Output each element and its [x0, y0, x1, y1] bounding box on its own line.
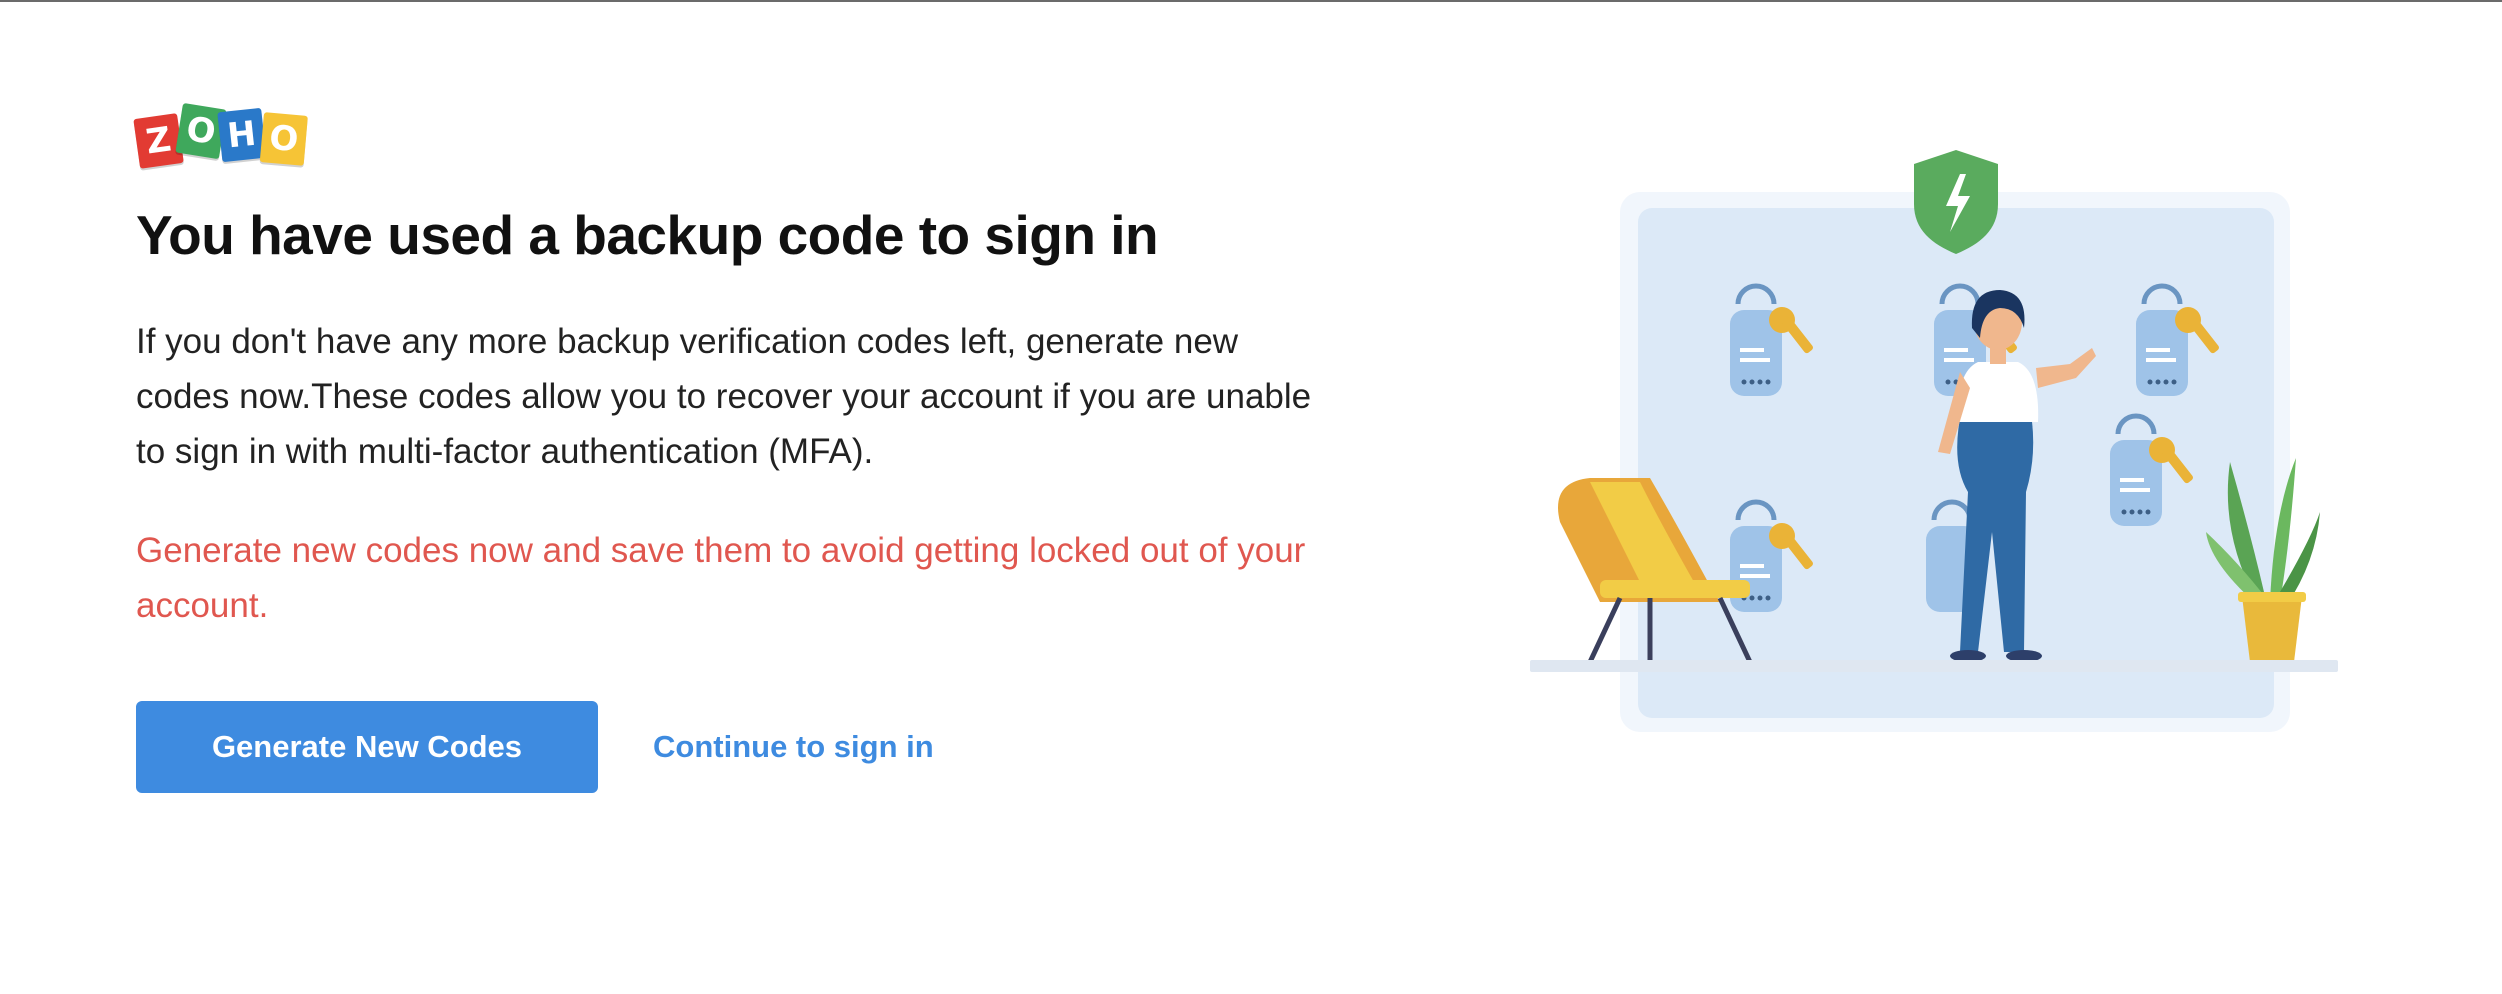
- continue-to-sign-in-link[interactable]: Continue to sign in: [653, 729, 934, 765]
- generate-new-codes-button[interactable]: Generate New Codes: [136, 701, 598, 793]
- logo-letter-o2: O: [259, 112, 308, 166]
- zoho-logo: Z O H O: [133, 92, 1336, 169]
- action-bar: Generate New Codes Continue to sign in: [136, 701, 1336, 793]
- warning-text: Generate new codes now and save them to …: [136, 531, 1306, 625]
- logo-letter-h: H: [217, 107, 267, 163]
- page: Z O H O You have used a backup code to s…: [0, 0, 2502, 994]
- content-panel: Z O H O You have used a backup code to s…: [133, 92, 1336, 793]
- page-title: You have used a backup code to sign in: [136, 204, 1159, 266]
- floor: [1530, 660, 2338, 672]
- security-illustration: [1530, 150, 2338, 732]
- description-text: If you don't have any more backup verifi…: [136, 322, 1312, 471]
